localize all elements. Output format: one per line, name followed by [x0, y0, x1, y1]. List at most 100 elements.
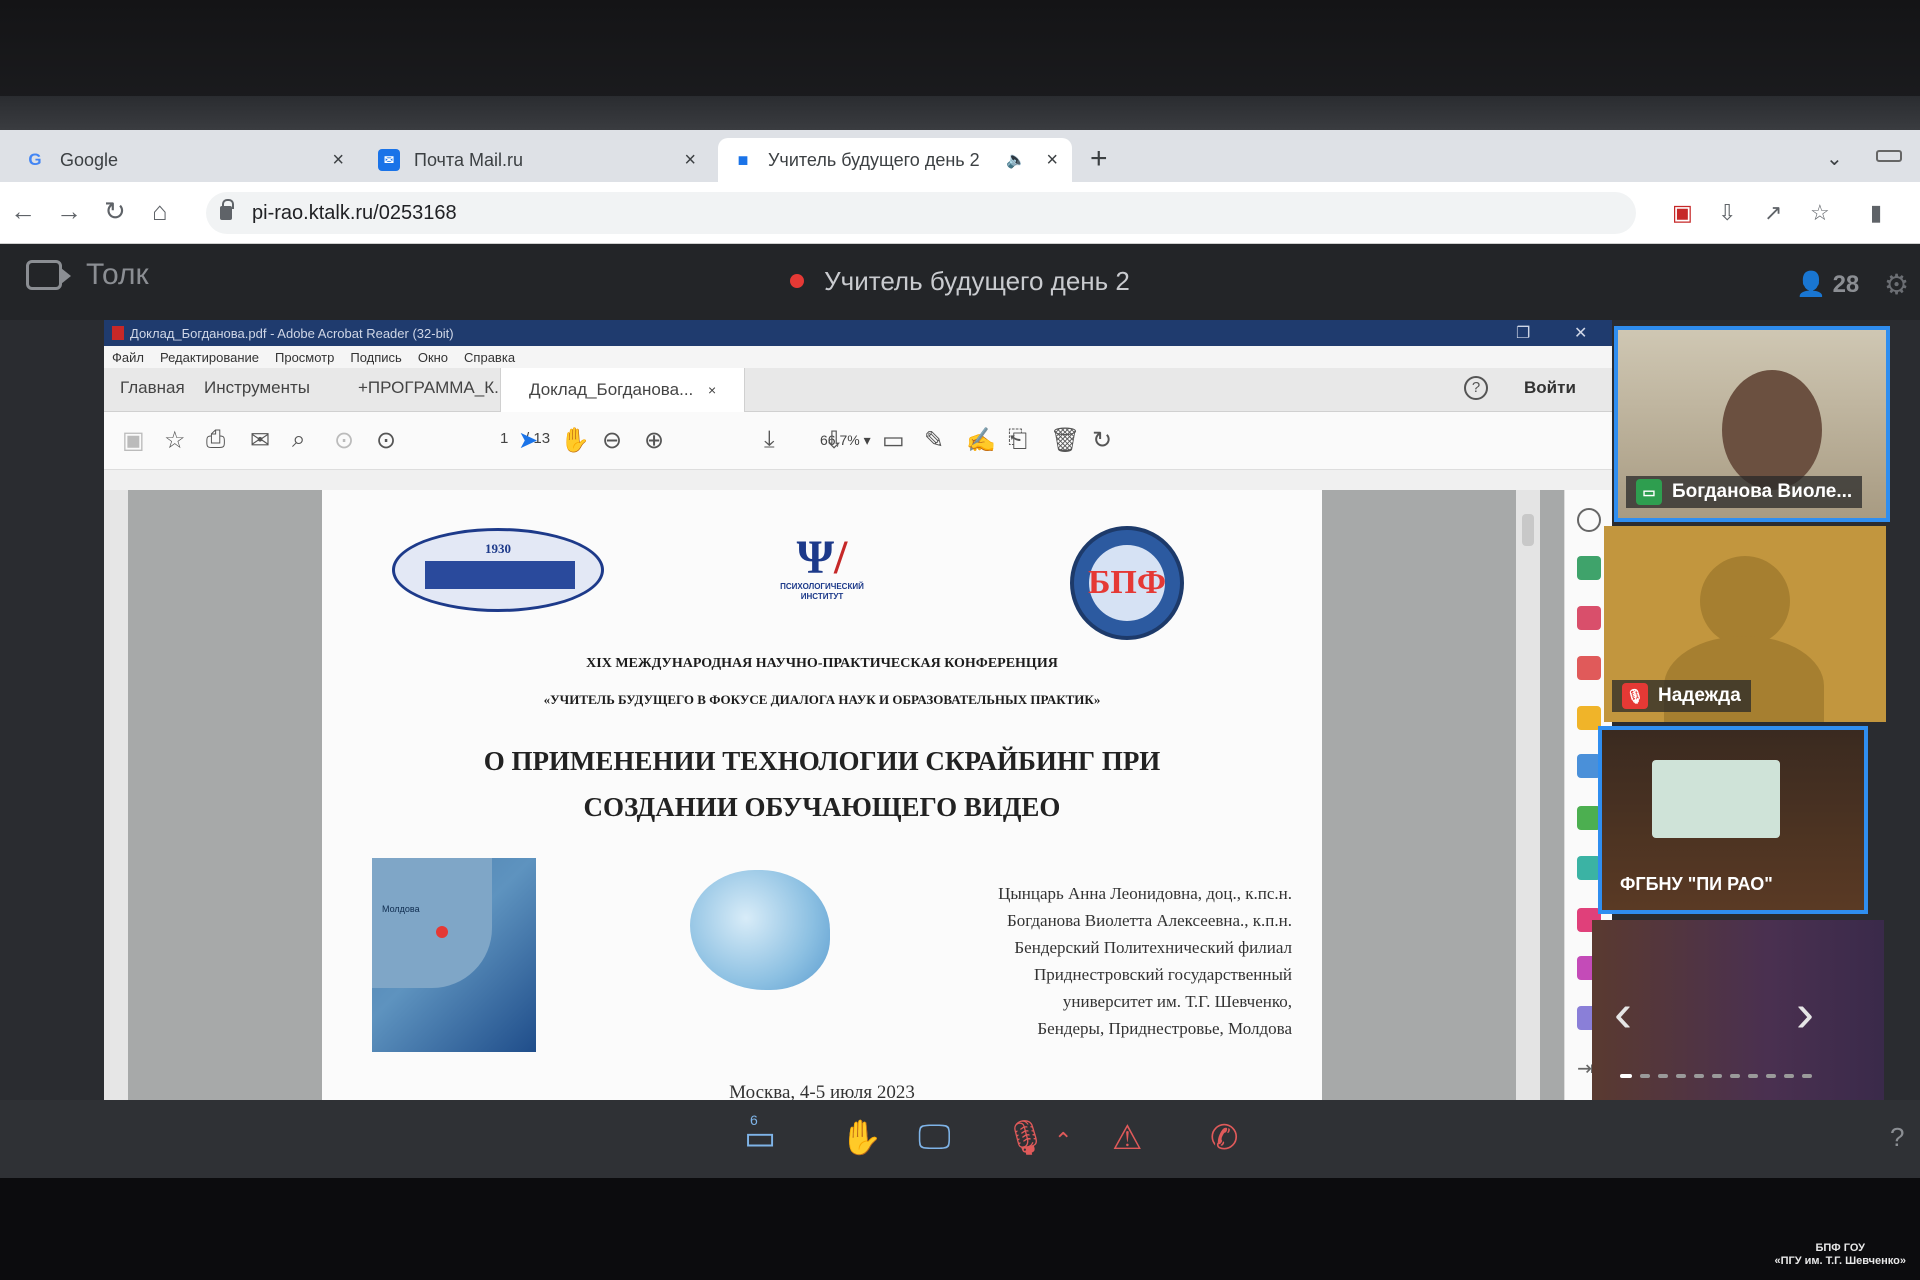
conference-line-1: XIX МЕЖДУНАРОДНАЯ НАУЧНО-ПРАКТИЧЕСКАЯ КО…	[586, 656, 1058, 671]
window-close-icon[interactable]: ✕	[1574, 323, 1587, 343]
raised-hands-list-button[interactable]: 6 ▭	[744, 1112, 776, 1158]
tab-mail[interactable]: ✉ Почта Mail.ru ×	[364, 138, 710, 182]
address-bar[interactable]: pi-rao.ktalk.ru/0253168	[206, 192, 1636, 234]
window-minimize-button[interactable]	[1876, 150, 1902, 162]
participant-tile-more[interactable]	[1592, 920, 1884, 1100]
rotate-icon[interactable]: ↻	[1092, 426, 1112, 455]
participant-name-tag: ФГБНУ "ПИ РАО"	[1610, 868, 1783, 900]
zoom-tool-icon[interactable]	[1577, 508, 1601, 532]
raise-hand-button[interactable]: ✋	[840, 1118, 882, 1158]
menu-sign[interactable]: Подпись	[350, 350, 401, 365]
tab-report-doc[interactable]: Доклад_Богданова... ×	[500, 368, 746, 412]
chevron-right-icon[interactable]: ›	[1796, 982, 1814, 1044]
watermark-line-2: «ПГУ им. Т.Г. Шевченко»	[1774, 1255, 1906, 1267]
meeting-app: Толк Учитель будущего день 2 👤 28 ⚙ Докл…	[0, 244, 1920, 1178]
back-arrow-icon[interactable]: ←	[10, 196, 36, 227]
browser-toolbar: ← → ↻ ⌂ pi-rao.ktalk.ru/0253168 ▣ ⇩ ↗ ☆ …	[0, 182, 1920, 244]
organize-pages-icon[interactable]	[1577, 606, 1601, 630]
share-icon[interactable]: ↗	[1764, 200, 1782, 226]
mail-icon: ✉	[378, 149, 400, 171]
acrobat-window-title: Доклад_Богданова.pdf - Adobe Acrobat Rea…	[130, 325, 454, 341]
page-up-icon[interactable]: ⊙	[334, 426, 354, 455]
export-pdf-icon[interactable]	[1577, 556, 1601, 580]
bpf-logo: БПФ	[1070, 526, 1184, 640]
conference-line-2: «УЧИТЕЛЬ БУДУЩЕГО В ФОКУСЕ ДИАЛОГА НАУК …	[543, 692, 1101, 707]
new-tab-button[interactable]: +	[1090, 142, 1108, 176]
zoom-search-icon[interactable]: ⌕	[292, 426, 305, 454]
page-down-icon[interactable]: ⊙	[376, 426, 396, 455]
participants-counter[interactable]: 👤 28	[1796, 270, 1859, 299]
vertical-scrollbar[interactable]	[1516, 490, 1540, 1100]
tab-search-chevron-icon[interactable]: ⌄	[1826, 146, 1843, 171]
pdf-page: 1930 Ψ/ ПСИХОЛОГИЧЕСКИЙ ИНСТИТУТ БПФ XIX…	[322, 490, 1322, 1100]
mic-options-chevron-icon[interactable]: ⌃	[1054, 1128, 1072, 1154]
map-pin-icon	[436, 926, 448, 938]
participant-tile-fgbnu[interactable]: ФГБНУ "ПИ РАО"	[1598, 726, 1868, 914]
participant-tile-speaker[interactable]: ▭ Богданова Виоле...	[1614, 326, 1890, 522]
close-tab-icon[interactable]: ×	[1046, 149, 1058, 172]
google-icon: G	[28, 150, 42, 169]
menu-window[interactable]: Окно	[418, 350, 448, 365]
signin-button[interactable]: Войти	[1524, 378, 1576, 398]
camera-off-button[interactable]: ⚠	[1112, 1118, 1142, 1158]
document-viewer[interactable]: 1930 Ψ/ ПСИХОЛОГИЧЕСКИЙ ИНСТИТУТ БПФ XIX…	[104, 490, 1564, 1100]
close-tab-icon[interactable]: ×	[332, 149, 344, 172]
save-icon[interactable]: ▣	[122, 426, 145, 455]
tab-label: Почта Mail.ru	[414, 149, 523, 170]
participant-name-tag: 🎙 Надежда	[1612, 680, 1751, 712]
email-icon[interactable]: ✉	[250, 426, 270, 455]
seal-year: 1930	[485, 541, 511, 556]
tab-google[interactable]: G Google ×	[10, 138, 358, 182]
shared-screen-acrobat: Доклад_Богданова.pdf - Adobe Acrobat Rea…	[104, 320, 1612, 1100]
menu-view[interactable]: Просмотр	[275, 350, 334, 365]
menu-file[interactable]: Файл	[112, 350, 144, 365]
select-cursor-icon[interactable]: ➤	[518, 426, 538, 455]
menu-edit[interactable]: Редактирование	[160, 350, 259, 365]
acrobat-tabs: Главная Инструменты +ПРОГРАММА_К... Докл…	[104, 368, 1612, 412]
mic-off-button[interactable]: 🎙	[1004, 1118, 1047, 1158]
fit-page-icon[interactable]: ⤓	[764, 426, 775, 454]
report-title-line-1: О ПРИМЕНЕНИИ ТЕХНОЛОГИИ СКРАЙБИНГ ПРИ	[483, 746, 1161, 776]
acrobat-menu-bar: Файл Редактирование Просмотр Подпись Окн…	[104, 346, 1612, 368]
create-pdf-icon[interactable]	[1577, 656, 1601, 680]
participant-tile-nadezhda[interactable]: 🎙 Надежда	[1604, 526, 1886, 722]
home-icon[interactable]: ⌂	[152, 196, 168, 227]
gear-icon[interactable]: ⚙	[1884, 268, 1909, 301]
nav-pane-toggle[interactable]	[104, 490, 128, 1100]
leave-call-button[interactable]: ✆	[1210, 1118, 1239, 1158]
delete-icon[interactable]: 🗑	[1050, 426, 1080, 455]
zoom-in-icon[interactable]: ⊕	[644, 426, 664, 455]
scroll-mode-icon[interactable]: ⇩	[824, 426, 844, 455]
lock-icon[interactable]	[220, 199, 234, 220]
tab-home[interactable]: Главная	[120, 378, 185, 398]
audio-playing-icon[interactable]: 🔈	[1006, 150, 1026, 170]
person-icon: 👤	[1796, 271, 1826, 298]
help-button[interactable]: ?	[1890, 1122, 1904, 1153]
close-tab-icon[interactable]: ×	[684, 149, 696, 172]
comment-icon[interactable]: ▭	[882, 426, 905, 455]
highlight-pen-icon[interactable]: ✎	[924, 426, 944, 455]
print-icon[interactable]: ⎙	[206, 426, 225, 454]
menu-help[interactable]: Справка	[464, 350, 515, 365]
bookmark-star-icon[interactable]: ☆	[1810, 200, 1830, 226]
sign-icon[interactable]: ✍	[966, 426, 996, 455]
install-app-icon[interactable]: ⇩	[1718, 200, 1736, 226]
zoom-out-icon[interactable]: ⊖	[602, 426, 622, 455]
camera-blocked-icon[interactable]: ▣	[1672, 200, 1693, 226]
bpf-logo-text: БПФ	[1088, 545, 1166, 621]
tab-tools[interactable]: Инструменты	[204, 378, 310, 398]
side-panel-icon[interactable]: ▮	[1870, 200, 1882, 226]
forward-arrow-icon[interactable]: →	[56, 196, 82, 227]
help-icon[interactable]: ?	[1464, 376, 1488, 400]
stamp-icon[interactable]: ⎗	[1008, 426, 1027, 454]
close-tab-icon[interactable]: ×	[708, 382, 716, 398]
tab-meeting[interactable]: ■ Учитель будущего день 2 🔈 ×	[718, 138, 1072, 182]
tab-program-doc[interactable]: +ПРОГРАММА_К...	[358, 378, 508, 398]
chevron-left-icon[interactable]: ‹	[1614, 982, 1632, 1044]
screen-share-button[interactable]: 🖵	[918, 1118, 951, 1157]
screen-share-icon: ▭	[1636, 479, 1662, 505]
reload-icon[interactable]: ↻	[104, 196, 126, 227]
hand-tool-icon[interactable]: ✋	[560, 426, 590, 455]
star-icon[interactable]: ☆	[164, 426, 186, 455]
window-restore-icon[interactable]: ❐	[1516, 323, 1530, 343]
